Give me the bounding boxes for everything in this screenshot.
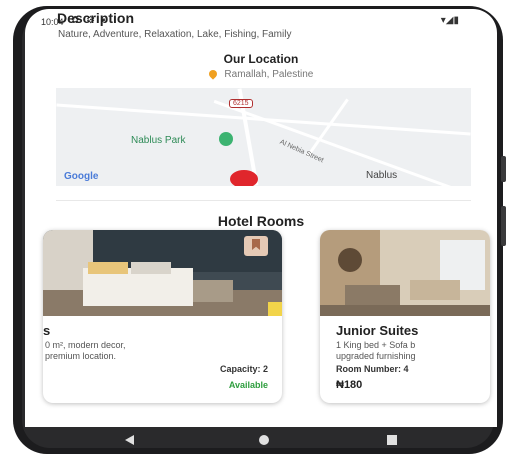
room-card[interactable]: Junior Suites 1 King bed + Sofa b upgrad…	[320, 230, 490, 403]
description-title: Description	[57, 10, 135, 26]
location-pin-icon	[206, 68, 219, 81]
location-title: Our Location	[223, 52, 299, 66]
room-image	[43, 230, 282, 316]
power-button	[501, 206, 506, 246]
room-desc-line: upgraded furnishing	[336, 351, 416, 361]
recent-apps-icon[interactable]	[387, 435, 397, 445]
room-number: Room Number: 4	[336, 364, 409, 374]
room-name: s	[43, 323, 51, 338]
room-capacity: Capacity: 2	[219, 364, 268, 374]
back-icon[interactable]	[125, 435, 134, 445]
google-logo: Google	[64, 171, 99, 182]
room-name: Junior Suites	[336, 323, 419, 338]
park-icon	[219, 132, 233, 146]
section-divider	[56, 200, 471, 201]
signal-battery-icons: ▾◢▮	[440, 15, 459, 26]
bookmark-icon[interactable]	[244, 236, 268, 256]
room-desc-line: 1 King bed + Sofa b	[336, 340, 416, 350]
room-desc-line: premium location.	[45, 351, 117, 361]
location-place: Ramallah, Palestine	[224, 69, 314, 80]
city-label: Nablus	[366, 170, 398, 181]
room-price: ₦180	[336, 379, 363, 391]
room-desc-line: 0 m², modern decor,	[45, 340, 126, 350]
app-screen: 10:04 ✿ ⚙ ▪ ▾◢▮ Description Nature, Adve…	[25, 9, 497, 427]
room-image	[320, 230, 490, 316]
room-card[interactable]: s 0 m², modern decor, premium location. …	[43, 230, 282, 403]
home-icon[interactable]	[259, 435, 269, 445]
room-description: 1 King bed + Sofa b upgraded furnishing	[336, 340, 416, 362]
description-tags: Nature, Adventure, Relaxation, Lake, Fis…	[58, 29, 292, 40]
room-description: 0 m², modern decor, premium location.	[45, 340, 126, 362]
location-line: Ramallah, Palestine	[25, 68, 497, 81]
rooms-title: Hotel Rooms	[217, 213, 305, 229]
room-status-badge: Available	[228, 380, 268, 390]
park-label: Nablus Park	[131, 135, 186, 146]
navigation-bar	[0, 428, 516, 458]
location-map[interactable]: 6215 Nablus Park Al Nebia Street Nablus …	[56, 88, 471, 186]
road-shield: 6215	[229, 99, 253, 108]
room-photo	[320, 230, 490, 316]
volume-button	[501, 156, 506, 182]
map-marker-icon[interactable]	[230, 170, 258, 186]
